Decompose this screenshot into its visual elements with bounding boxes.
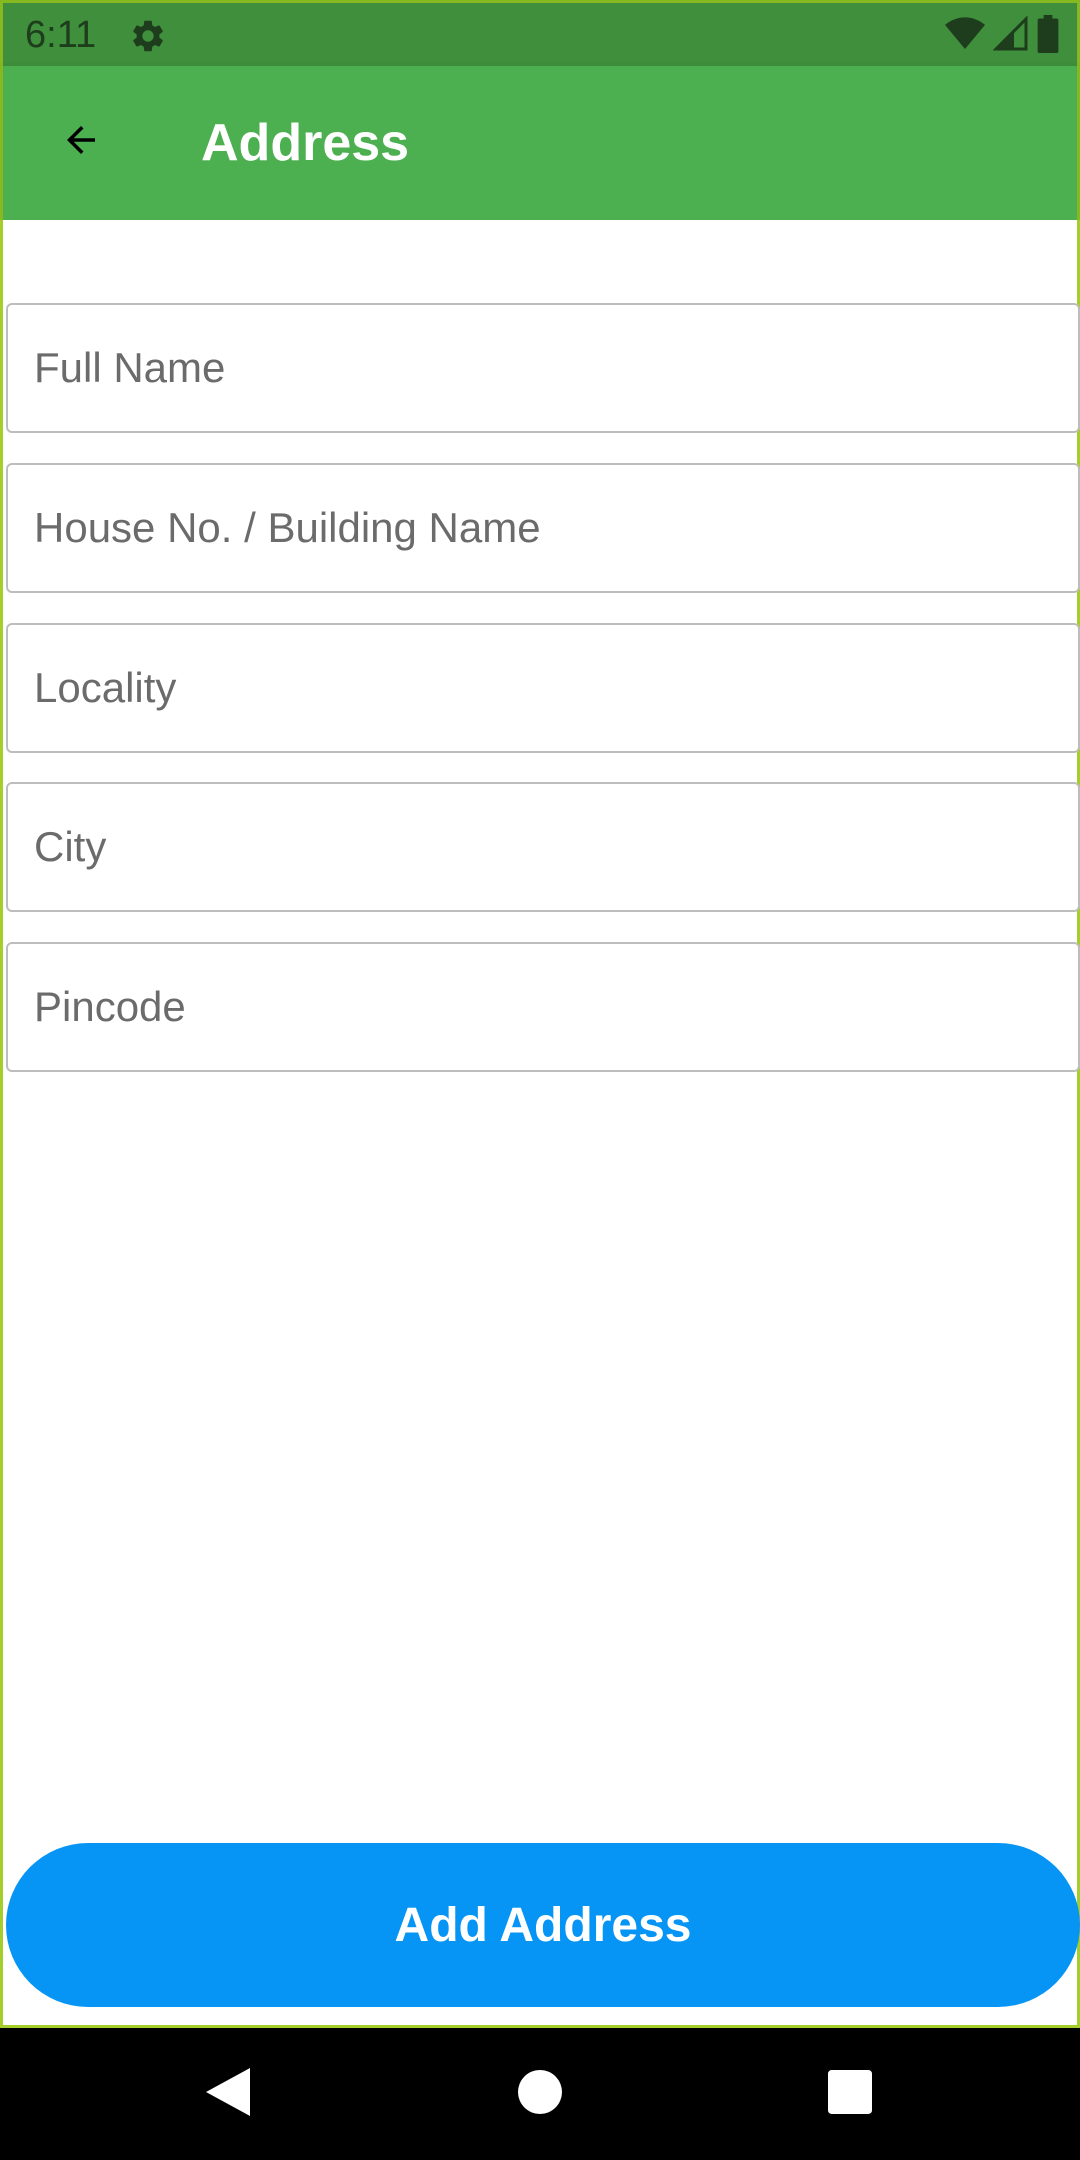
locality-field[interactable] xyxy=(6,623,1080,753)
city-field[interactable] xyxy=(6,782,1080,912)
nav-back-button[interactable] xyxy=(196,2062,260,2126)
nav-recents-button[interactable] xyxy=(818,2062,882,2126)
app-bar: Address xyxy=(0,66,1080,220)
status-icons xyxy=(945,14,1059,58)
status-bar: 6:11 xyxy=(0,0,1080,66)
status-time: 6:11 xyxy=(25,14,97,56)
nav-home-icon xyxy=(518,2069,562,2119)
pincode-field[interactable] xyxy=(6,942,1080,1072)
nav-home-button[interactable] xyxy=(508,2062,572,2126)
back-button[interactable] xyxy=(45,106,117,178)
page-title: Address xyxy=(201,114,410,172)
nav-recents-icon xyxy=(828,2069,872,2119)
nav-back-icon xyxy=(206,2067,250,2121)
settings-icon xyxy=(129,17,167,55)
address-form: Add Address xyxy=(0,220,1080,2028)
arrow-back-icon xyxy=(60,119,102,166)
address-screen: 6:11 Address Full Name House No. / Build… xyxy=(0,0,1080,2160)
full-name-field[interactable] xyxy=(6,303,1080,433)
signal-icon xyxy=(992,14,1029,57)
wifi-icon xyxy=(945,16,985,56)
add-address-button[interactable]: Add Address xyxy=(6,1843,1080,2007)
house-building-field[interactable] xyxy=(6,463,1080,593)
navigation-bar xyxy=(0,2028,1080,2160)
battery-icon xyxy=(1037,14,1059,58)
